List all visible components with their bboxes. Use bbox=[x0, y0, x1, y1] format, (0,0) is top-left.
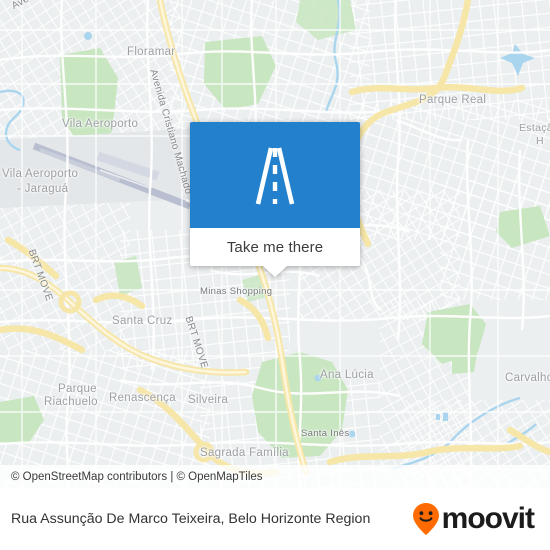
callout-action[interactable]: Take me there bbox=[190, 228, 360, 266]
map-attribution-text[interactable]: © OpenStreetMap contributors | © OpenMap… bbox=[0, 471, 263, 483]
map-screen: AvenidaFloramarParque RealEstaçãoHAvenid… bbox=[0, 0, 550, 550]
moovit-pin-smiley-icon bbox=[412, 503, 439, 535]
map-canvas[interactable]: AvenidaFloramarParque RealEstaçãoHAvenid… bbox=[0, 0, 550, 488]
callout-pointer bbox=[263, 266, 287, 277]
take-me-there-label: Take me there bbox=[226, 238, 324, 256]
moovit-logo[interactable]: moovit bbox=[411, 502, 550, 536]
take-me-there-callout[interactable]: Take me there bbox=[190, 122, 360, 277]
callout-icon-panel bbox=[190, 122, 360, 228]
location-title: Rua Assunção De Marco Teixeira, Belo Hor… bbox=[11, 511, 371, 527]
map-attribution-bar: © OpenStreetMap contributors | © OpenMap… bbox=[0, 465, 550, 488]
road-perspective-icon bbox=[255, 147, 295, 205]
moovit-wordmark: moovit bbox=[441, 502, 535, 535]
footer-bar: Rua Assunção De Marco Teixeira, Belo Hor… bbox=[0, 488, 550, 550]
